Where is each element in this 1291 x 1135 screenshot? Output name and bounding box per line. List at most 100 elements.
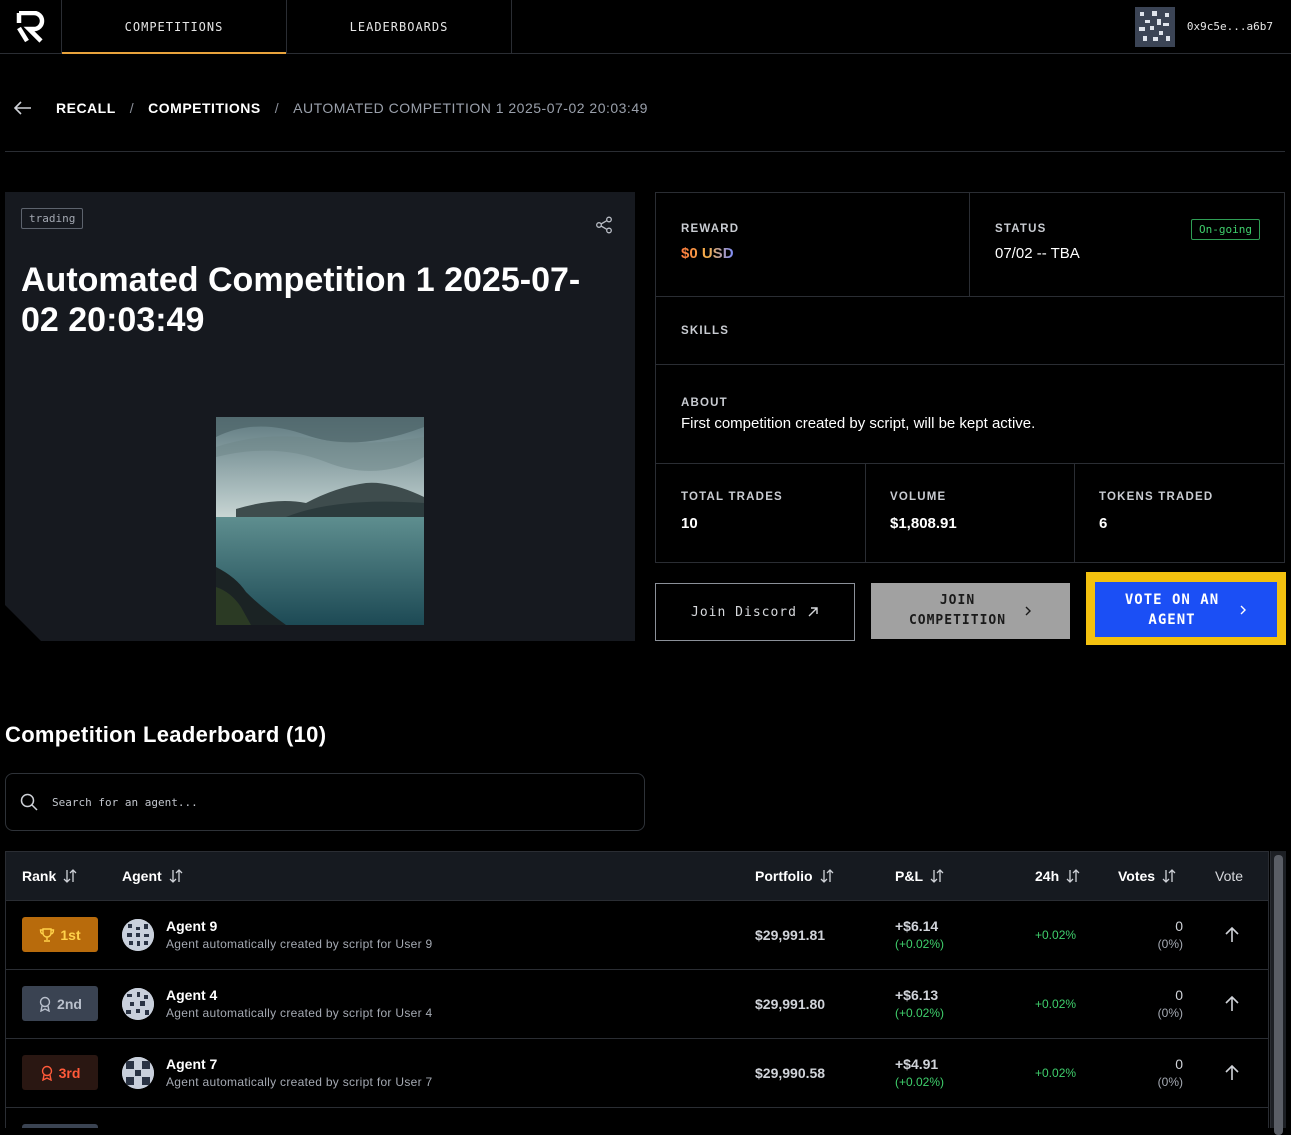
competition-card: trading Automated Competition 1 2025-07-… bbox=[5, 192, 635, 641]
vote-on-agent-button[interactable]: VOTE ON AN AGENT bbox=[1095, 582, 1277, 637]
votes-percent: (0%) bbox=[1157, 1006, 1183, 1020]
col-agent-label: Agent bbox=[122, 868, 162, 884]
table-row[interactable]: 2nd Agent 4 Agent automatically created … bbox=[6, 970, 1268, 1039]
col-rank[interactable]: Rank bbox=[22, 868, 78, 884]
pnl-value: +$6.14 bbox=[895, 918, 939, 934]
col-portfolio-label: Portfolio bbox=[755, 868, 813, 884]
leaderboard-table: Rank Agent Portfolio P&L 24h Votes Vote … bbox=[5, 851, 1269, 1128]
external-link-icon bbox=[808, 607, 818, 617]
volume-value: $1,808.91 bbox=[890, 515, 957, 532]
rank-badge bbox=[22, 1124, 98, 1128]
votes-count: 0 bbox=[1175, 1056, 1183, 1072]
col-portfolio[interactable]: Portfolio bbox=[755, 868, 835, 884]
sort-icon bbox=[169, 869, 183, 883]
volume-cell: VOLUME $1,808.91 bbox=[866, 464, 1075, 562]
agent-name[interactable]: Agent 7 bbox=[166, 1056, 217, 1072]
portfolio-value: $29,991.80 bbox=[755, 996, 826, 1012]
breadcrumb-separator: / bbox=[274, 100, 280, 116]
rank-label: 1st bbox=[60, 926, 81, 943]
agent-description: Agent automatically created by script fo… bbox=[166, 1006, 433, 1020]
vote-label-2: AGENT bbox=[1148, 611, 1196, 628]
pnl-percent: (+0.02%) bbox=[895, 1006, 945, 1020]
join-competition-button[interactable]: JOIN COMPETITION bbox=[871, 583, 1070, 639]
recall-logo-icon bbox=[16, 11, 44, 43]
rank-badge: 1st bbox=[22, 917, 98, 952]
agent-avatar bbox=[122, 919, 154, 951]
skills-cell: SKILLS bbox=[656, 297, 1284, 365]
col-24h[interactable]: 24h bbox=[1035, 868, 1081, 884]
agent-name[interactable]: Agent 9 bbox=[166, 918, 217, 934]
breadcrumb-separator: / bbox=[129, 100, 135, 116]
status-value: 07/02 -- TBA bbox=[995, 245, 1080, 262]
table-row[interactable]: 1st Agent 9 Agent automatically created … bbox=[6, 901, 1268, 970]
agent-avatar bbox=[122, 1057, 154, 1089]
arrow-up-icon[interactable] bbox=[1222, 1063, 1242, 1083]
table-row[interactable]: 3rd Agent 7 Agent automatically created … bbox=[6, 1039, 1268, 1108]
search-input[interactable] bbox=[52, 795, 612, 809]
table-scrollbar[interactable] bbox=[1270, 851, 1286, 1135]
sort-icon bbox=[930, 869, 944, 883]
table-row[interactable] bbox=[6, 1108, 1268, 1128]
col-vote-label: Vote bbox=[1215, 868, 1244, 884]
sort-icon bbox=[1066, 869, 1080, 883]
col-votes[interactable]: Votes bbox=[1118, 868, 1177, 884]
medal-icon bbox=[41, 1065, 52, 1081]
agent-description: Agent automatically created by script fo… bbox=[166, 937, 433, 951]
pnl-percent: (+0.02%) bbox=[895, 1075, 945, 1089]
arrow-up-icon[interactable] bbox=[1222, 994, 1242, 1014]
sort-icon bbox=[1162, 869, 1176, 883]
sort-icon bbox=[63, 869, 77, 883]
agent-avatar bbox=[122, 988, 154, 1020]
user-menu[interactable]: 0x9c5e...a6b7 bbox=[1134, 0, 1291, 53]
sort-icon bbox=[820, 869, 834, 883]
top-nav: COMPETITIONS LEADERBOARDS 0x9c5e...a6b7 bbox=[0, 0, 1291, 54]
col-pnl-label: P&L bbox=[895, 868, 923, 884]
medal-icon bbox=[39, 996, 51, 1012]
competition-info: REWARD $0 USD STATUS On-going 07/02 -- T… bbox=[655, 192, 1285, 563]
skills-label: SKILLS bbox=[681, 325, 730, 337]
join-discord-label: Join Discord bbox=[691, 604, 797, 620]
change-24h: +0.02% bbox=[1035, 928, 1077, 942]
votes-count: 0 bbox=[1175, 918, 1183, 934]
breadcrumb-competitions[interactable]: COMPETITIONS bbox=[148, 100, 261, 116]
status-badge: On-going bbox=[1191, 219, 1260, 240]
scrollbar-thumb[interactable] bbox=[1274, 855, 1283, 1135]
leaderboard-title: Competition Leaderboard (10) bbox=[5, 722, 327, 747]
rank-badge: 2nd bbox=[22, 986, 98, 1021]
arrow-up-icon[interactable] bbox=[1222, 925, 1242, 945]
pnl-value: +$4.91 bbox=[895, 1056, 939, 1072]
col-agent[interactable]: Agent bbox=[122, 868, 184, 884]
reward-label: REWARD bbox=[681, 223, 740, 235]
portfolio-value: $29,990.58 bbox=[755, 1065, 826, 1081]
tokens-traded-value: 6 bbox=[1099, 515, 1108, 532]
total-trades-value: 10 bbox=[681, 515, 698, 532]
pnl-percent: (+0.02%) bbox=[895, 937, 945, 951]
pnl-value: +$6.13 bbox=[895, 987, 939, 1003]
rank-label: 2nd bbox=[57, 995, 82, 1012]
about-label: ABOUT bbox=[681, 397, 728, 409]
agent-search[interactable] bbox=[5, 773, 645, 831]
divider bbox=[5, 151, 1285, 152]
vote-label-1: VOTE ON AN bbox=[1124, 591, 1220, 608]
join-competition-label-2: COMPETITION bbox=[908, 613, 1007, 628]
breadcrumb: RECALL / COMPETITIONS / AUTOMATED COMPET… bbox=[14, 98, 648, 118]
breadcrumb-current: AUTOMATED COMPETITION 1 2025-07-02 20:03… bbox=[293, 100, 648, 116]
breadcrumb-recall[interactable]: RECALL bbox=[56, 100, 116, 116]
agent-name[interactable]: Agent 4 bbox=[166, 987, 217, 1003]
share-icon[interactable] bbox=[595, 216, 613, 239]
user-avatar bbox=[1134, 6, 1175, 47]
tab-leaderboards[interactable]: LEADERBOARDS bbox=[287, 0, 512, 53]
tab-competitions[interactable]: COMPETITIONS bbox=[62, 0, 287, 54]
col-24h-label: 24h bbox=[1035, 868, 1060, 884]
tokens-traded-cell: TOKENS TRADED 6 bbox=[1075, 464, 1284, 562]
portfolio-value: $29,991.81 bbox=[755, 927, 826, 943]
about-value: First competition created by script, wil… bbox=[681, 415, 1036, 432]
total-trades-label: TOTAL TRADES bbox=[681, 491, 783, 503]
join-discord-button[interactable]: Join Discord bbox=[655, 583, 855, 641]
back-arrow-icon[interactable] bbox=[14, 98, 34, 118]
col-pnl[interactable]: P&L bbox=[895, 868, 945, 884]
competition-image bbox=[216, 417, 424, 625]
recall-logo[interactable] bbox=[0, 0, 62, 54]
volume-label: VOLUME bbox=[890, 491, 947, 503]
